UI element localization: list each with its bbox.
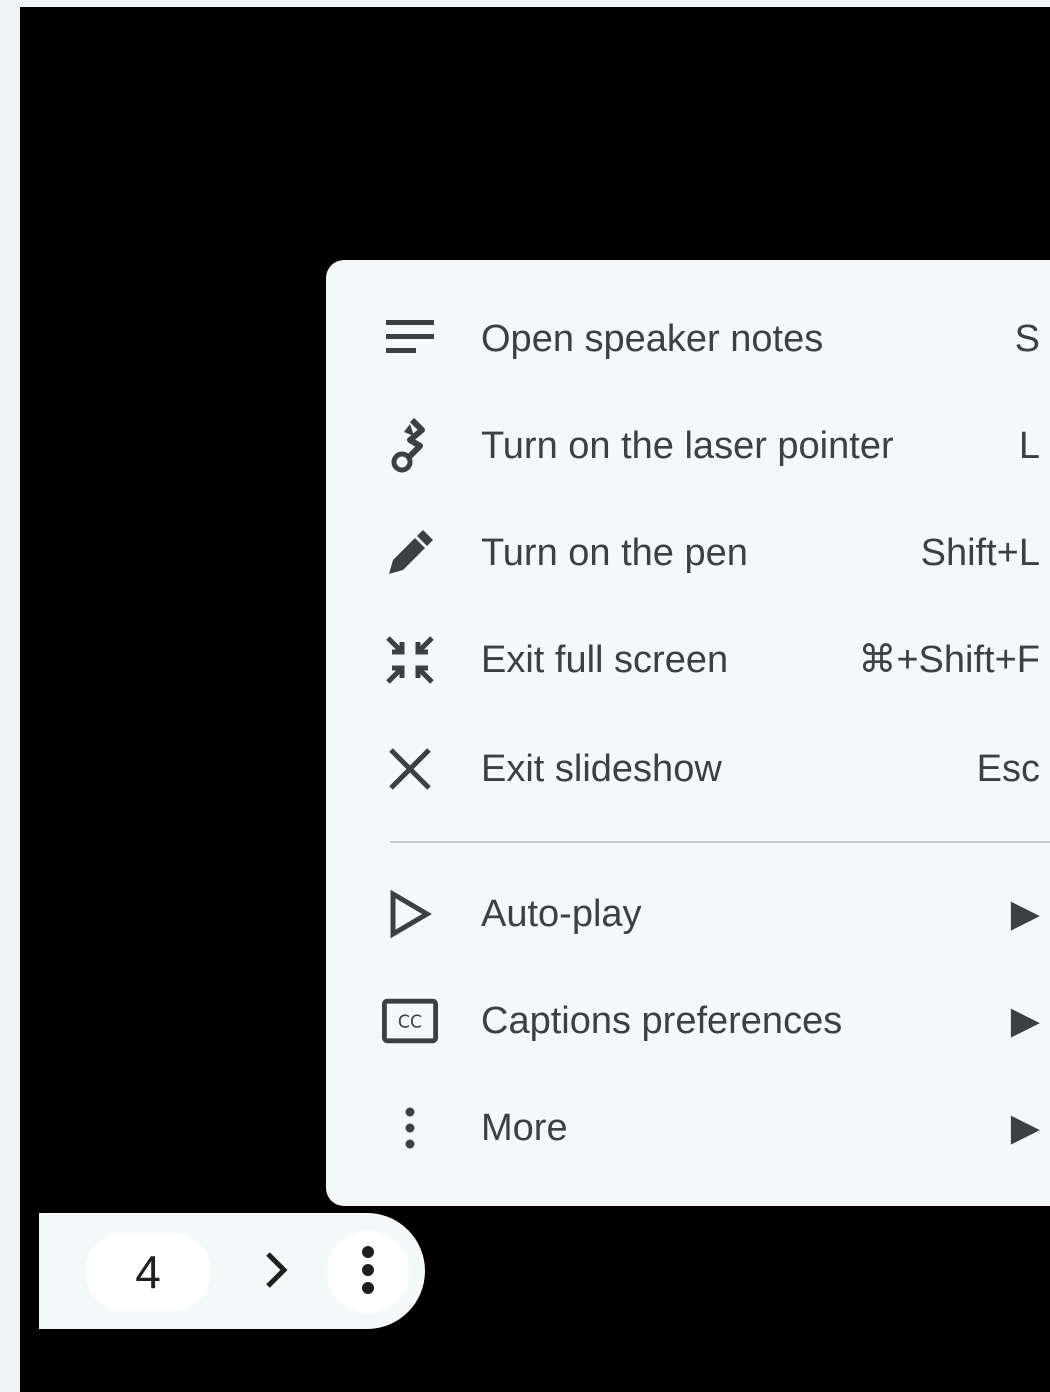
submenu-arrow-icon: ▶ — [1010, 1107, 1040, 1149]
slideshow-options-menu: Open speaker notes S Turn on the laser p… — [326, 260, 1050, 1206]
menu-item-auto-play[interactable]: Auto-play ▶ — [326, 866, 1050, 962]
submenu-arrow-icon: ▶ — [1010, 893, 1040, 935]
menu-item-pen[interactable]: Turn on the pen Shift+L — [326, 505, 1050, 601]
presentation-nav-bar: 4 — [39, 1213, 425, 1329]
more-vert-icon — [382, 1104, 438, 1152]
more-vert-icon — [361, 1245, 375, 1300]
chevron-right-icon — [262, 1250, 290, 1295]
menu-item-shortcut: L — [1018, 425, 1040, 467]
menu-item-label: Turn on the laser pointer — [481, 425, 894, 467]
next-slide-button[interactable] — [245, 1241, 307, 1303]
menu-item-shortcut: S — [1014, 318, 1040, 360]
play-outline-icon — [382, 890, 438, 938]
close-icon — [382, 745, 438, 793]
notes-icon — [382, 315, 438, 363]
menu-item-label: More — [481, 1107, 568, 1149]
svg-text:CC: CC — [398, 1013, 422, 1033]
menu-item-more[interactable]: More ▶ — [326, 1080, 1050, 1176]
pen-icon — [382, 529, 438, 577]
menu-item-label: Open speaker notes — [481, 318, 824, 360]
menu-item-open-speaker-notes[interactable]: Open speaker notes S — [326, 291, 1050, 387]
options-menu-button[interactable] — [327, 1231, 409, 1313]
menu-item-exit-full-screen[interactable]: Exit full screen ⌘+Shift+F — [326, 612, 1050, 708]
menu-item-label: Turn on the pen — [481, 532, 748, 574]
menu-item-shortcut: Shift+L — [920, 532, 1040, 574]
menu-item-label: Exit slideshow — [481, 748, 722, 790]
closed-captions-icon: CC — [382, 997, 438, 1045]
exit-fullscreen-icon — [382, 636, 438, 684]
menu-item-label: Exit full screen — [481, 639, 729, 681]
menu-item-captions-preferences[interactable]: CC Captions preferences ▶ — [326, 973, 1050, 1069]
laser-pointer-icon — [382, 418, 438, 473]
menu-divider — [390, 841, 1050, 843]
menu-item-exit-slideshow[interactable]: Exit slideshow Esc — [326, 721, 1050, 817]
slide-number-button[interactable]: 4 — [85, 1233, 211, 1311]
menu-item-shortcut: ⌘+Shift+F — [858, 639, 1040, 681]
menu-item-shortcut: Esc — [976, 748, 1040, 790]
menu-item-label: Auto-play — [481, 893, 642, 935]
menu-item-label: Captions preferences — [481, 1000, 843, 1042]
menu-item-laser-pointer[interactable]: Turn on the laser pointer L — [326, 398, 1050, 494]
submenu-arrow-icon: ▶ — [1010, 1000, 1040, 1042]
